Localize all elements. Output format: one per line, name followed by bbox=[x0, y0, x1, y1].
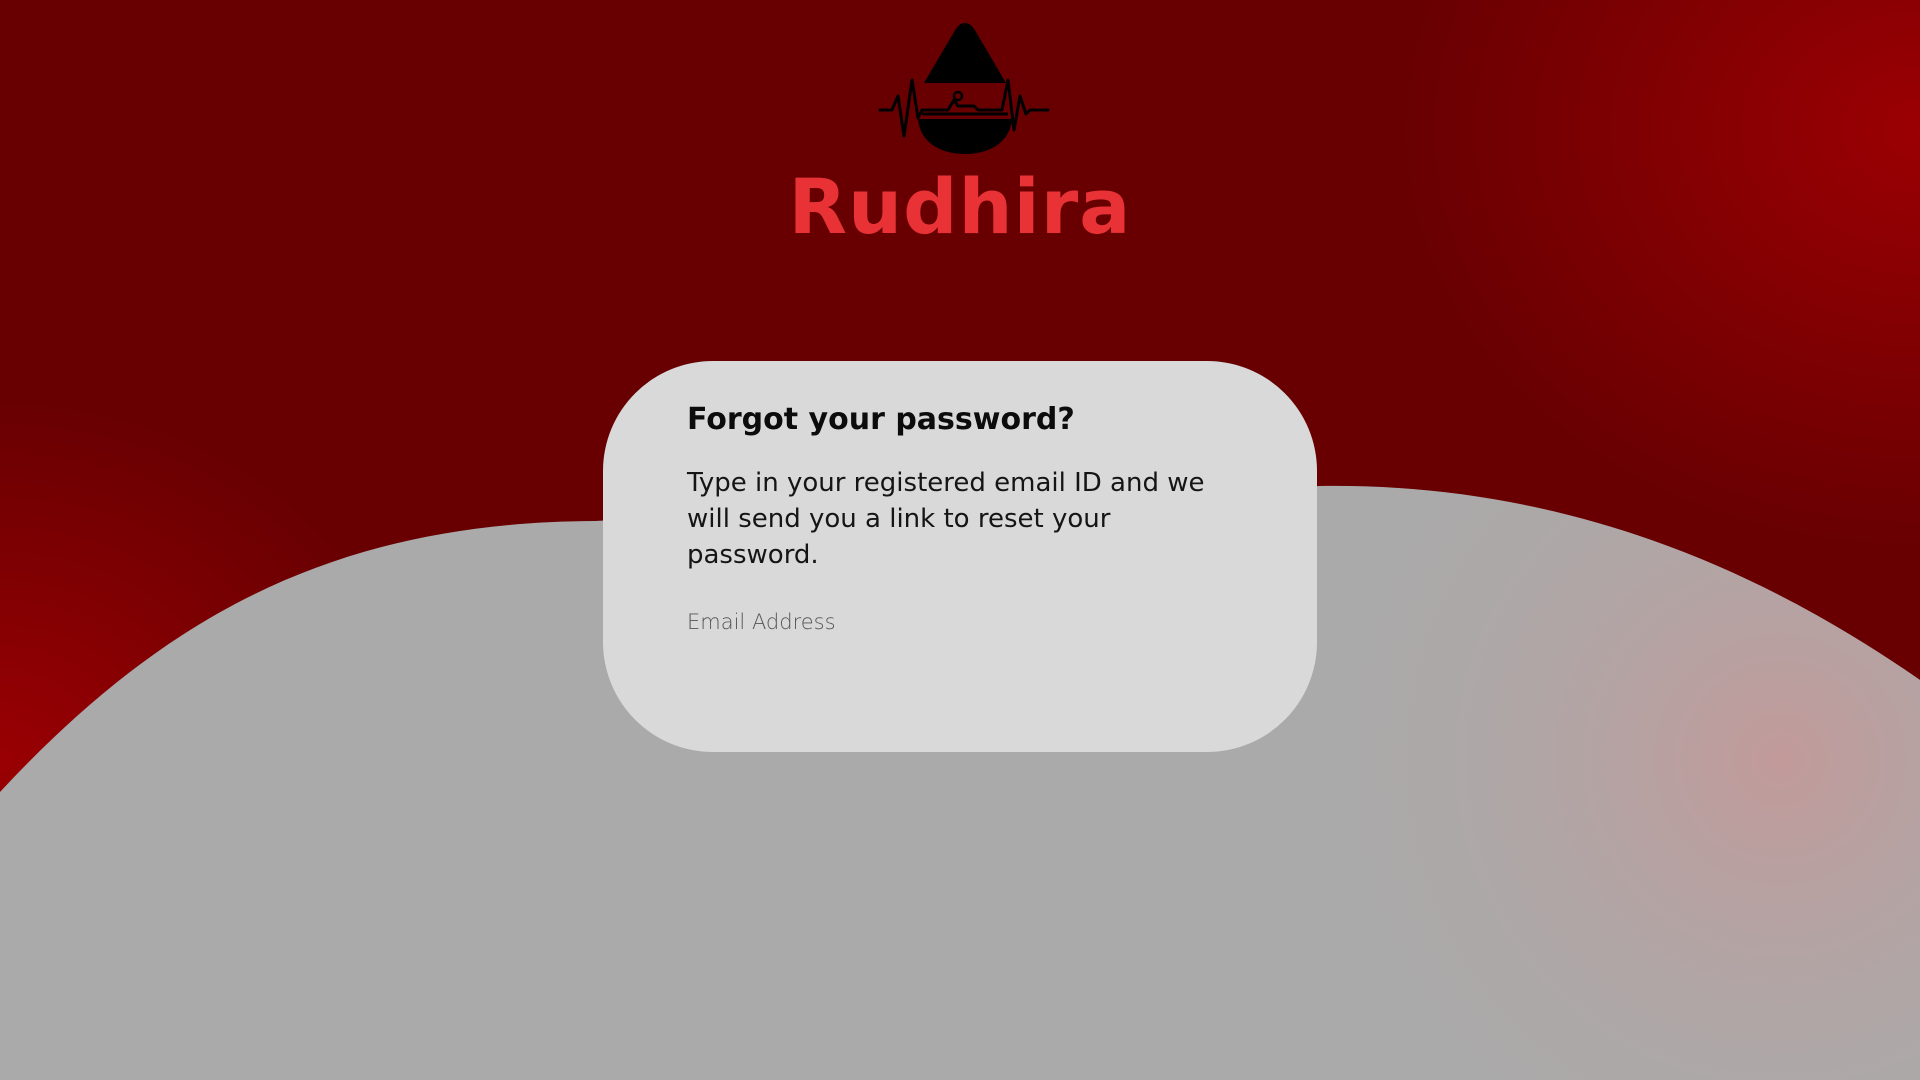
email-input[interactable] bbox=[687, 607, 1227, 637]
blood-drop-heartbeat-icon bbox=[878, 18, 1052, 158]
card-description: Type in your registered email ID and we … bbox=[687, 468, 1205, 570]
brand-name: Rudhira bbox=[788, 162, 1132, 251]
card-title: Forgot your password? bbox=[687, 402, 1075, 437]
forgot-password-card: Forgot your password? Type in your regis… bbox=[603, 361, 1317, 752]
